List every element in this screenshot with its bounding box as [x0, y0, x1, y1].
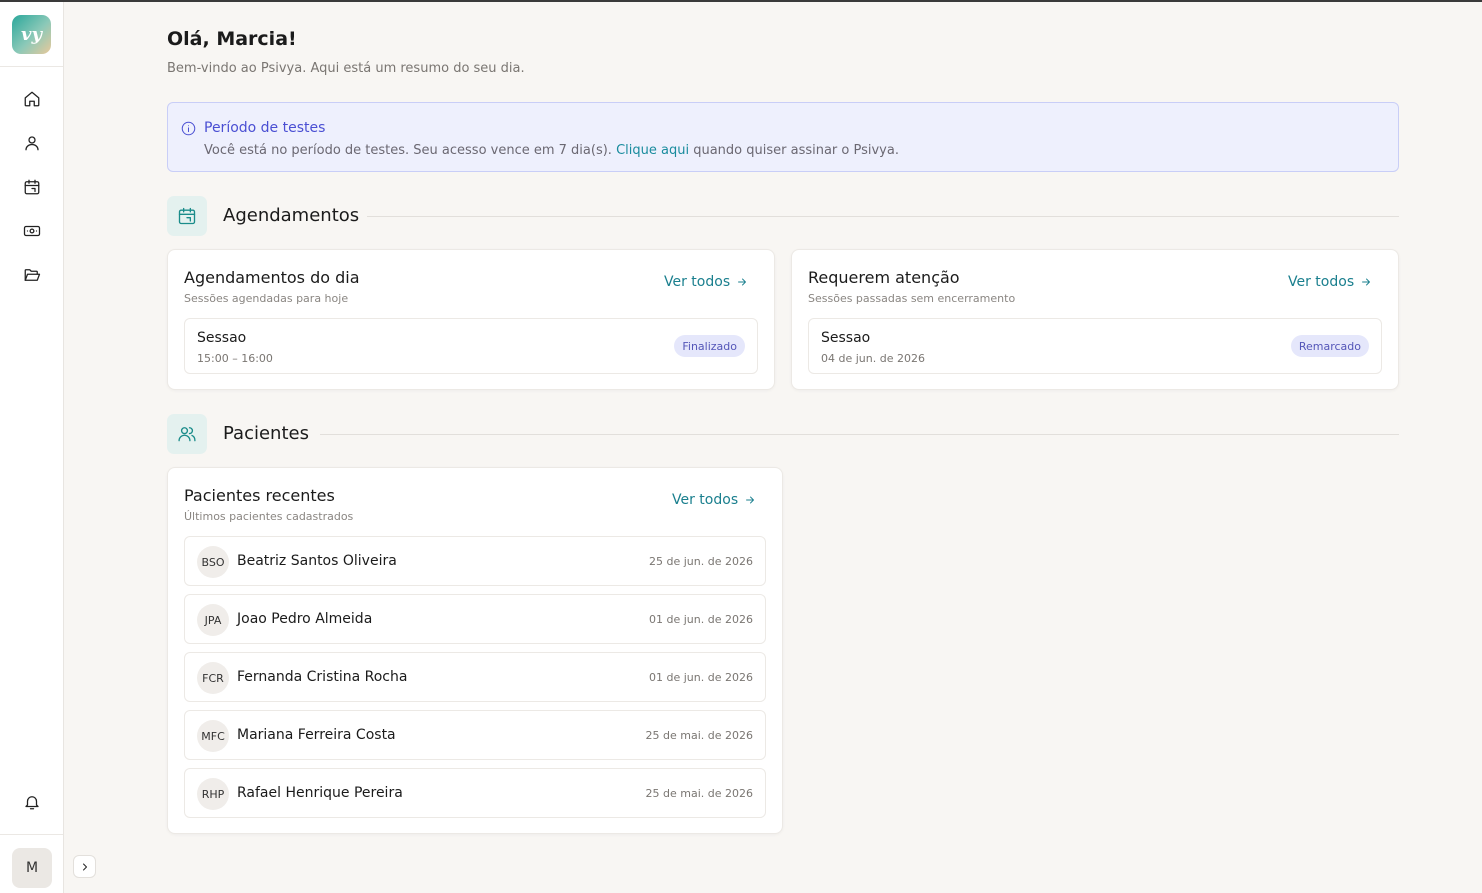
home-icon [24, 91, 40, 107]
appointments-section-header: Agendamentos [167, 196, 1399, 236]
patient-avatar: BSO [197, 546, 229, 578]
patient-name: Beatriz Santos Oliveira [237, 553, 397, 569]
patient-name: Joao Pedro Almeida [237, 611, 373, 627]
trial-text-before: Você está no período de testes. Seu aces… [204, 143, 617, 158]
patient-row[interactable]: FCR Fernanda Cristina Rocha 01 de jun. d… [184, 652, 766, 702]
arrow-right-icon [1362, 278, 1371, 286]
patient-date: 01 de jun. de 2026 [649, 671, 753, 684]
session-time: 15:00 – 16:00 [197, 352, 273, 365]
view-all-label: Ver todos [664, 274, 731, 290]
patient-avatar: MFC [197, 720, 229, 752]
notifications-button[interactable] [20, 790, 44, 814]
sidebar: vy M [0, 2, 64, 893]
sidebar-divider [0, 834, 63, 835]
patient-avatar: JPA [197, 604, 229, 636]
appointments-section-title: Agendamentos [223, 205, 360, 226]
session-name: Sessao [197, 330, 247, 346]
users-section-icon [167, 414, 207, 454]
patient-date: 25 de jun. de 2026 [649, 555, 753, 568]
view-all-label: Ver todos [672, 492, 739, 508]
app-logo[interactable]: vy [12, 15, 51, 54]
patient-date: 25 de mai. de 2026 [645, 787, 754, 800]
patients-section-title: Pacientes [223, 423, 309, 444]
calendar-section-icon [167, 196, 207, 236]
card-subtitle: Sessões agendadas para hoje [184, 292, 349, 305]
subscribe-link[interactable]: Clique aqui [616, 143, 689, 158]
top-border [0, 0, 1482, 2]
card-title: Agendamentos do dia [184, 268, 360, 287]
card-subtitle: Últimos pacientes cadastrados [184, 510, 354, 523]
view-all-patients-link[interactable]: Ver todos [672, 492, 756, 508]
user-icon [25, 136, 39, 151]
session-name: Sessao [821, 330, 871, 346]
sidebar-item-patients[interactable] [20, 131, 44, 155]
recent-patients-card: Pacientes recentes Últimos pacientes cad… [167, 467, 783, 834]
chevron-right-icon [82, 863, 87, 870]
status-badge: Finalizado [674, 335, 745, 357]
trial-title: Período de testes [204, 120, 326, 136]
patient-row[interactable]: RHP Rafael Henrique Pereira 25 de mai. d… [184, 768, 766, 818]
patient-date: 01 de jun. de 2026 [649, 613, 753, 626]
patient-date: 25 de mai. de 2026 [645, 729, 754, 742]
today-appointments-card: Agendamentos do dia Sessões agendadas pa… [167, 249, 775, 390]
trial-message: Você está no período de testes. Seu aces… [204, 143, 899, 158]
patient-row[interactable]: BSO Beatriz Santos Oliveira 25 de jun. d… [184, 536, 766, 586]
view-all-today-link[interactable]: Ver todos [664, 274, 748, 290]
section-divider [367, 216, 1399, 217]
section-divider [320, 434, 1399, 435]
card-title: Requerem atenção [808, 268, 960, 287]
view-all-attention-link[interactable]: Ver todos [1288, 274, 1372, 290]
patient-avatar: FCR [197, 662, 229, 694]
session-date: 04 de jun. de 2026 [821, 352, 925, 365]
sidebar-divider [0, 66, 63, 67]
card-title: Pacientes recentes [184, 486, 335, 505]
patient-row[interactable]: JPA Joao Pedro Almeida 01 de jun. de 202… [184, 594, 766, 644]
patient-avatar: RHP [197, 778, 229, 810]
patient-name: Mariana Ferreira Costa [237, 727, 396, 743]
sidebar-item-calendar[interactable] [20, 175, 44, 199]
patient-row[interactable]: MFC Mariana Ferreira Costa 25 de mai. de… [184, 710, 766, 760]
page-subtitle: Bem-vindo ao Psivya. Aqui está um resumo… [167, 61, 525, 76]
session-item[interactable]: Sessao 15:00 – 16:00 Finalizado [184, 318, 758, 374]
status-badge: Remarcado [1290, 335, 1369, 357]
folder-open-icon [24, 269, 41, 281]
patient-name: Rafael Henrique Pereira [237, 785, 403, 801]
trial-text-after: quando quiser assinar o Psivya. [689, 143, 899, 158]
trial-banner: Período de testes Você está no período d… [167, 102, 1399, 172]
arrow-right-icon [738, 278, 747, 286]
session-item[interactable]: Sessao 04 de jun. de 2026 Remarcado [808, 318, 1382, 374]
calendar-icon [24, 179, 40, 195]
money-icon [23, 225, 41, 237]
page-title: Olá, Marcia! [167, 28, 297, 50]
info-icon [181, 121, 197, 137]
view-all-label: Ver todos [1288, 274, 1355, 290]
arrow-right-icon [746, 496, 755, 504]
sidebar-item-finance[interactable] [20, 219, 44, 243]
card-subtitle: Sessões passadas sem encerramento [808, 292, 1016, 305]
attention-appointments-card: Requerem atenção Sessões passadas sem en… [791, 249, 1399, 390]
patient-name: Fernanda Cristina Rocha [237, 669, 408, 685]
sidebar-item-files[interactable] [20, 263, 44, 287]
user-avatar[interactable]: M [12, 848, 52, 888]
sidebar-item-home[interactable] [20, 87, 44, 111]
bell-icon [25, 796, 39, 810]
sidebar-expand-button[interactable] [73, 855, 96, 878]
patients-section-header: Pacientes [167, 414, 1399, 454]
